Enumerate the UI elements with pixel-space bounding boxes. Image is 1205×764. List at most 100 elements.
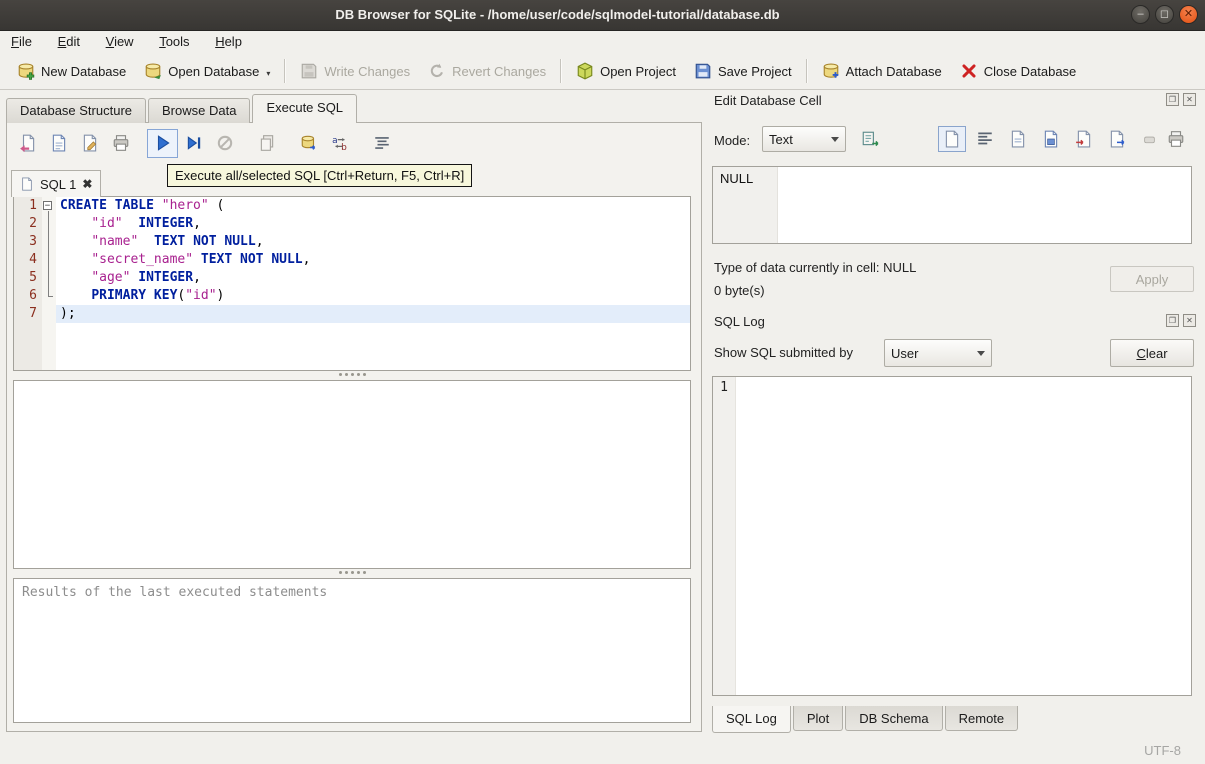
sql-code-editor[interactable]: 1− CREATE TABLE "hero" (2 "id" INTEGER, 3 … — [13, 196, 691, 371]
window-title: DB Browser for SQLite - /home/user/code/… — [335, 7, 780, 22]
cell-editor[interactable]: NULL — [712, 166, 1192, 244]
minimize-icon[interactable]: – — [1131, 5, 1150, 24]
close-tab-icon[interactable]: ✖ — [82, 177, 92, 191]
close-dock-icon[interactable]: ✕ — [1183, 93, 1196, 106]
menu-view[interactable]: View — [95, 31, 145, 52]
save-sql-file-button[interactable] — [43, 129, 74, 158]
fold-margin — [42, 287, 56, 305]
sql-document-tab[interactable]: SQL 1 ✖ — [11, 170, 102, 197]
align-button[interactable] — [971, 126, 999, 152]
code-line[interactable]: 3 "name" TEXT NOT NULL, — [14, 233, 690, 251]
close-icon[interactable]: ✕ — [1179, 5, 1198, 24]
close-dock-icon[interactable]: ✕ — [1183, 314, 1196, 327]
titlebar[interactable]: DB Browser for SQLite - /home/user/code/… — [0, 0, 1205, 31]
dock-tab-sql-log[interactable]: SQL Log — [712, 706, 791, 733]
code-line[interactable]: 1− CREATE TABLE "hero" ( — [14, 197, 690, 215]
tab-database-structure[interactable]: Database Structure — [6, 98, 147, 123]
app-window: DB Browser for SQLite - /home/user/code/… — [0, 0, 1205, 764]
splitter-handle[interactable] — [13, 370, 691, 379]
splitter-handle[interactable] — [13, 568, 691, 577]
window-controls: – ◻ ✕ — [1131, 5, 1198, 24]
code-line[interactable]: 2 "id" INTEGER, — [14, 215, 690, 233]
attach-database-button[interactable]: Attach Database — [813, 57, 951, 85]
find-replace-button[interactable]: a b — [324, 129, 355, 158]
code-text: PRIMARY KEY("id") — [91, 288, 225, 303]
save-sql-as-icon — [83, 134, 96, 152]
line-number: 1 — [14, 197, 42, 215]
print-cell-button[interactable] — [1162, 126, 1190, 152]
open-project-button[interactable]: Open Project — [567, 57, 685, 85]
sql-log-filter-combo[interactable]: User — [884, 339, 992, 367]
auto-switch-mode-button[interactable] — [856, 126, 884, 152]
word-wrap-button[interactable] — [938, 126, 966, 152]
chevron-down-icon — [831, 136, 839, 142]
dock-tab-plot[interactable]: Plot — [792, 706, 844, 731]
float-icon[interactable]: ❐ — [1166, 93, 1179, 106]
code-line[interactable]: 6 PRIMARY KEY("id") — [14, 287, 690, 305]
code-line[interactable]: 4 "secret_name" TEXT NOT NULL, — [14, 251, 690, 269]
find-replace-icon: a b — [332, 136, 347, 152]
fold-marker-icon[interactable]: − — [42, 197, 56, 215]
code-line[interactable]: 5 "age" INTEGER, — [14, 269, 690, 287]
format-sql-icon — [374, 137, 389, 149]
clear-label: Clear — [1136, 345, 1168, 361]
dock-tab-db-schema[interactable]: DB Schema — [845, 706, 943, 731]
fold-margin — [42, 251, 56, 269]
dock-tab-remote[interactable]: Remote — [944, 706, 1019, 731]
open-database-button[interactable]: Open Database ▾ — [135, 57, 279, 85]
results-message-pane[interactable]: Results of the last executed statements — [13, 578, 691, 723]
menu-help[interactable]: Help — [204, 31, 253, 52]
export-icon — [1110, 130, 1125, 148]
clear-log-button[interactable]: Clear — [1110, 339, 1194, 367]
tab-execute-sql[interactable]: Execute SQL — [252, 94, 358, 123]
mode-combo[interactable]: Text — [762, 126, 846, 152]
code-line[interactable]: 7); — [14, 305, 690, 323]
open-database-icon — [145, 63, 162, 80]
code-lines: 1− CREATE TABLE "hero" (2 "id" INTEGER, 3 … — [14, 197, 690, 323]
print-icon — [113, 135, 128, 151]
export-csv-button[interactable] — [293, 129, 324, 158]
save-project-button[interactable]: Save Project — [685, 57, 801, 85]
revert-changes-icon — [430, 63, 444, 78]
execute-line-icon — [187, 136, 200, 150]
tab-browse-data[interactable]: Browse Data — [148, 98, 251, 123]
sql-tab-label: SQL 1 — [40, 176, 77, 192]
stop-icon — [217, 135, 232, 151]
new-database-button[interactable]: New Database — [8, 57, 135, 85]
menu-file[interactable]: File — [0, 31, 43, 52]
results-grid-pane[interactable] — [13, 380, 691, 569]
svg-text:b: b — [341, 143, 347, 152]
chevron-down-icon[interactable]: ▾ — [266, 69, 270, 80]
set-null-icon — [1143, 136, 1155, 143]
toolbar-label: Open Database — [168, 63, 260, 79]
stop-execution-button — [209, 129, 240, 158]
execute-current-line-button[interactable] — [178, 129, 209, 158]
menu-tools[interactable]: Tools — [148, 31, 200, 52]
import-cell-button[interactable] — [1070, 126, 1098, 152]
line-number: 3 — [14, 233, 42, 251]
code-text: ); — [56, 305, 690, 323]
float-icon[interactable]: ❐ — [1166, 314, 1179, 327]
save-results-icon — [260, 135, 273, 151]
save-cell-file-button[interactable] — [1037, 126, 1065, 152]
open-project-icon — [577, 62, 593, 80]
close-database-button[interactable]: Close Database — [951, 57, 1086, 85]
open-cell-file-button[interactable] — [1004, 126, 1032, 152]
code-filler — [56, 323, 690, 370]
sql-log-area[interactable]: 1 — [712, 376, 1192, 696]
toolbar-label: Attach Database — [845, 63, 942, 79]
export-cell-button[interactable] — [1103, 126, 1131, 152]
execute-sql-button[interactable] — [147, 128, 178, 158]
encoding-indicator[interactable]: UTF-8 — [1144, 743, 1181, 758]
open-sql-file-button[interactable] — [12, 129, 43, 158]
maximize-icon[interactable]: ◻ — [1155, 5, 1174, 24]
format-sql-button[interactable] — [366, 129, 397, 158]
open-file-icon — [1011, 130, 1025, 148]
editor-filler[interactable] — [14, 323, 690, 370]
save-results-button — [251, 129, 282, 158]
import-icon — [1076, 130, 1091, 148]
menu-edit[interactable]: Edit — [47, 31, 91, 52]
print-sql-button[interactable] — [105, 129, 136, 158]
export-csv-icon — [301, 135, 315, 150]
save-sql-as-button[interactable] — [74, 129, 105, 158]
